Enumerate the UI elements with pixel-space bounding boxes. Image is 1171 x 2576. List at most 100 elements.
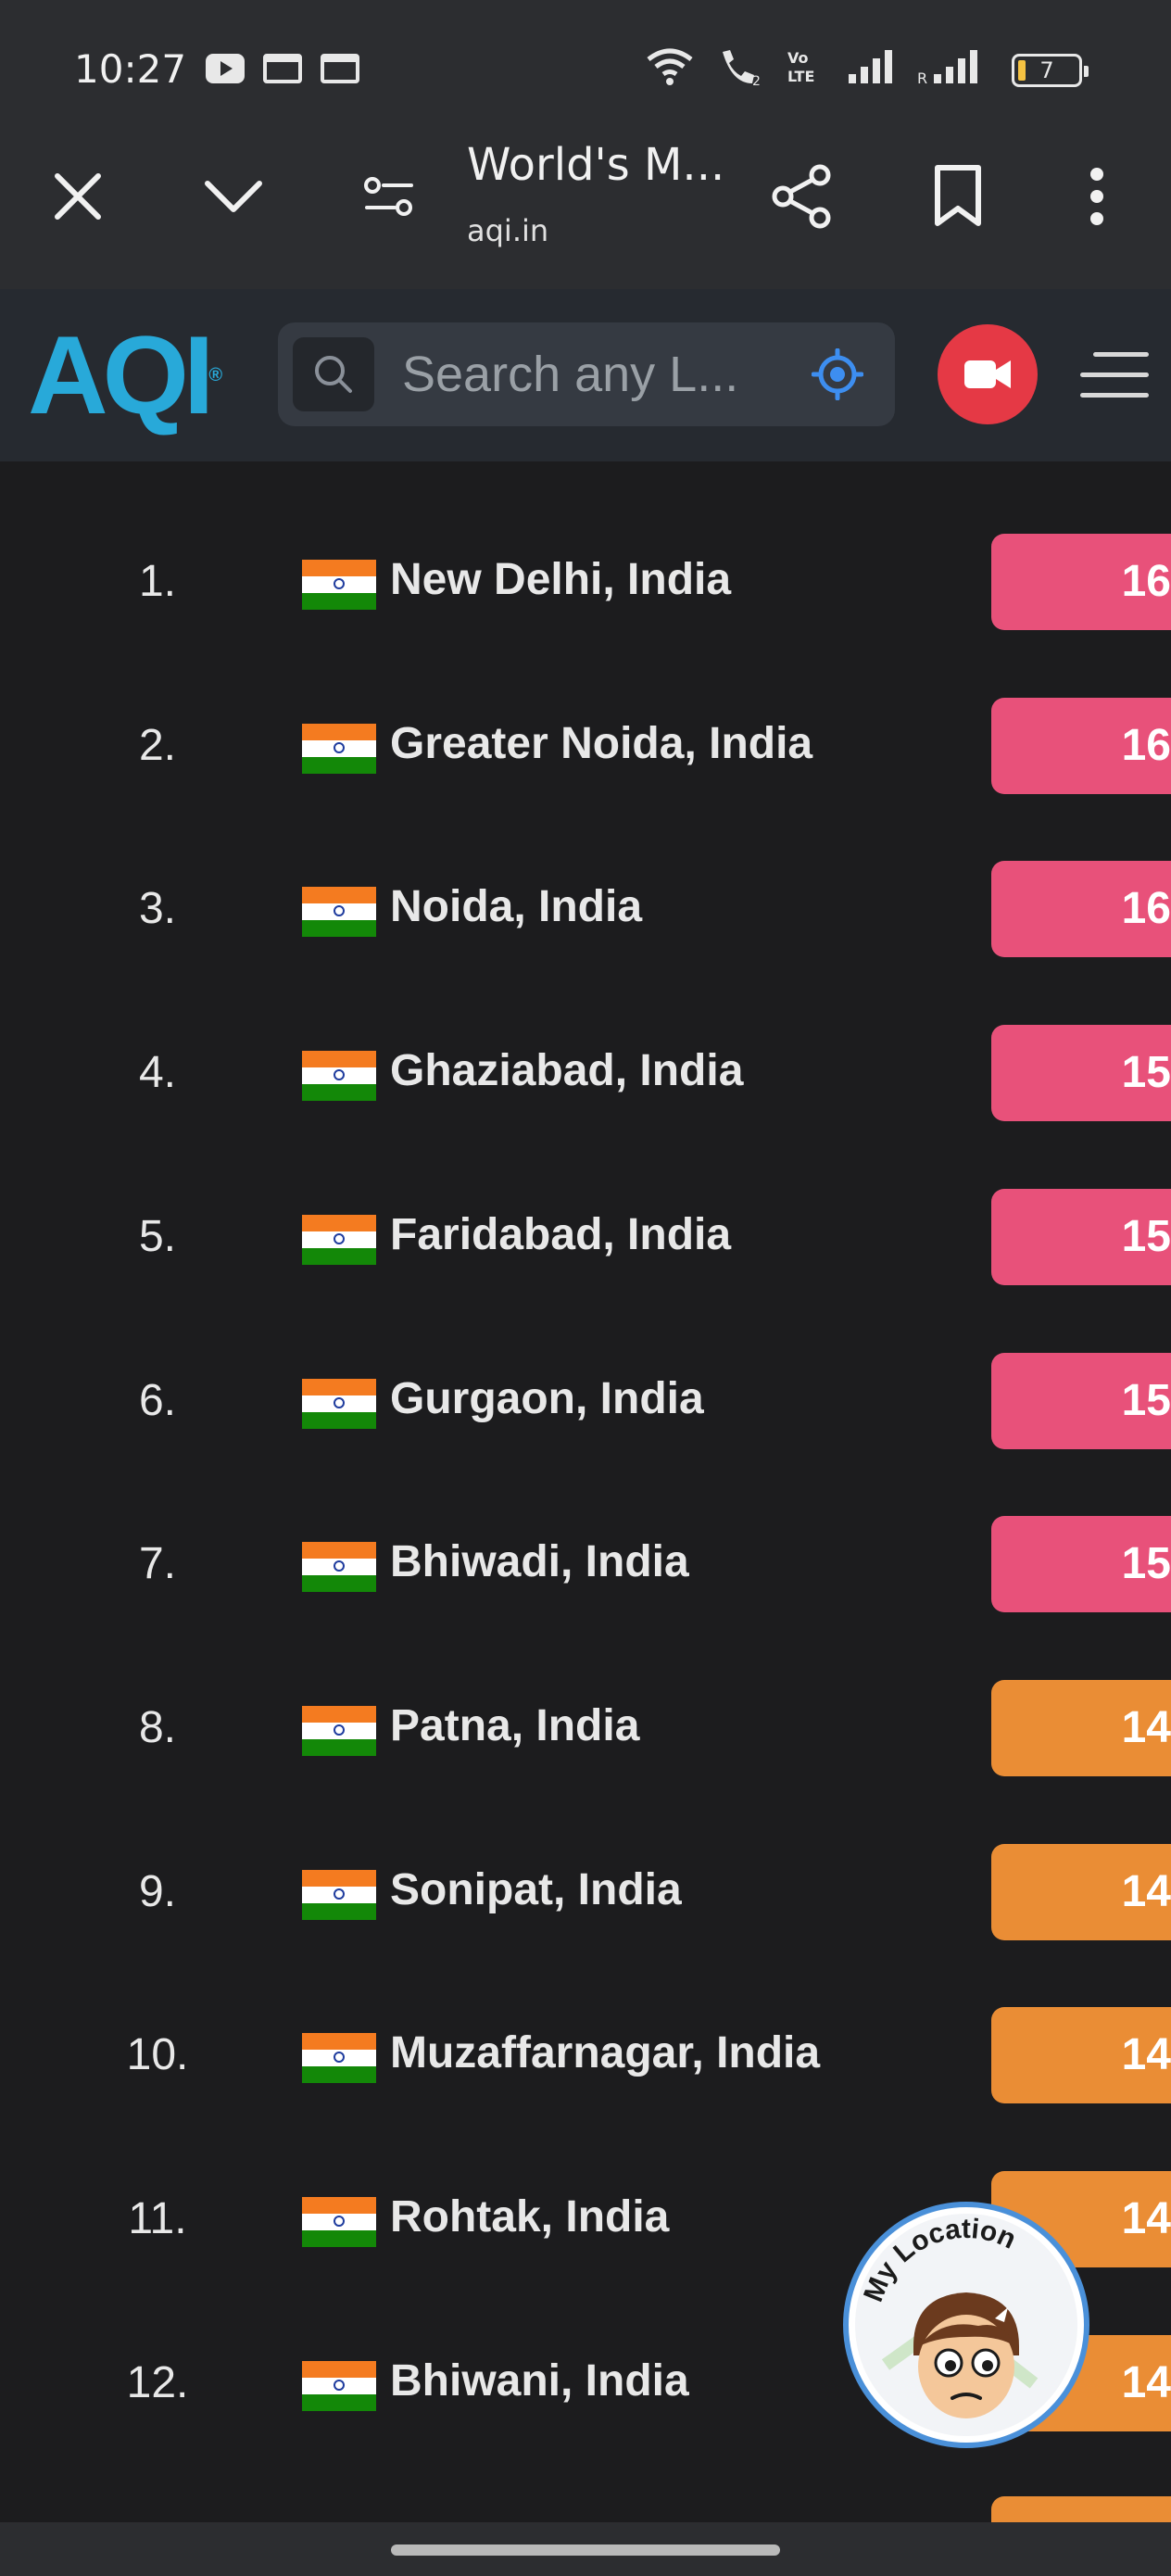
rank-number: 11. [128, 2194, 187, 2243]
aqi-value: 14 [1121, 2030, 1171, 2080]
ranking-row[interactable]: 3. Noida, India 16 [0, 859, 1171, 958]
aqi-badge: 16 [991, 861, 1171, 958]
india-flag-icon [302, 560, 376, 610]
ranking-row[interactable]: 4. Ghaziabad, India 15 [0, 1023, 1171, 1122]
aqi-value: 15 [1121, 1211, 1171, 1261]
rank-number: 5. [138, 1211, 177, 1261]
india-flag-icon [302, 2360, 376, 2411]
aqi-badge: 14 [991, 1679, 1171, 1776]
ranking-row[interactable]: 1. New Delhi, India 16 [0, 532, 1171, 630]
notification-icons [206, 54, 359, 83]
ranking-row[interactable]: 2. Greater Noida, India 16 [0, 696, 1171, 794]
rank-number: 10. [126, 2030, 189, 2080]
aqi-value: 16 [1121, 884, 1171, 934]
logo-registered-mark: ® [208, 365, 223, 385]
rank-number: 7. [138, 1539, 177, 1589]
city-name-link[interactable]: Faridabad, India [390, 1209, 731, 1260]
india-flag-icon [302, 2197, 376, 2247]
city-name-link[interactable]: Ghaziabad, India [390, 1045, 743, 1096]
more-vert-icon [1090, 168, 1103, 225]
rank-number: 4. [138, 1048, 177, 1098]
aqi-value: 15 [1121, 1539, 1171, 1589]
bookmark-icon [935, 165, 981, 226]
india-flag-icon [302, 1378, 376, 1429]
share-icon [772, 164, 831, 229]
search-icon [315, 356, 352, 393]
svg-text:2: 2 [752, 74, 761, 87]
aqi-value: 14 [1121, 2194, 1171, 2243]
close-icon [55, 173, 101, 220]
locate-button[interactable] [810, 347, 865, 402]
aqi-value: 16 [1121, 720, 1171, 770]
ranking-row[interactable]: 9. Sonipat, India 14 [0, 1842, 1171, 1940]
chevron-down-icon [205, 181, 262, 212]
city-name-link[interactable]: Bhiwadi, India [390, 1536, 689, 1587]
aqi-badge: 15 [991, 1516, 1171, 1613]
video-camera-icon [964, 360, 1011, 388]
aqi-value: 14 [1121, 2357, 1171, 2407]
share-button[interactable] [756, 150, 849, 243]
page-domain: aqi.in [467, 213, 549, 248]
ranking-row[interactable]: 6. Gurgaon, India 15 [0, 1351, 1171, 1449]
calendar-icon [321, 54, 359, 83]
rank-number: 6. [138, 1375, 177, 1425]
logo-text: AQI [28, 313, 214, 437]
rank-number: 2. [138, 720, 177, 770]
hamburger-menu-button[interactable] [1075, 343, 1149, 408]
collapse-button[interactable] [187, 150, 280, 243]
rank-number: 1. [138, 557, 177, 606]
menu-line [1093, 352, 1149, 357]
aqi-logo[interactable]: AQI® [28, 320, 222, 431]
rank-number: 3. [138, 884, 177, 934]
aqi-badge: 14 [991, 2007, 1171, 2104]
page-info-button[interactable] [343, 150, 435, 243]
close-button[interactable] [31, 150, 124, 243]
search-bar[interactable] [278, 322, 895, 426]
signal-icon: R [917, 50, 977, 85]
page-title: World's M... [467, 139, 725, 191]
aqi-value: 14 [1121, 1866, 1171, 1916]
ranking-row[interactable]: 5. Faridabad, India 15 [0, 1187, 1171, 1285]
live-camera-button[interactable] [938, 324, 1038, 424]
bookmark-button[interactable] [912, 150, 1004, 243]
india-flag-icon [302, 1705, 376, 1756]
aqi-badge: 16 [991, 534, 1171, 630]
aqi-badge: 15 [991, 1025, 1171, 1122]
aqi-value: 15 [1121, 1375, 1171, 1425]
aqi-badge: 16 [991, 697, 1171, 794]
wifi-icon [647, 48, 693, 85]
gesture-handle[interactable] [391, 2544, 780, 2556]
india-flag-icon [302, 1214, 376, 1265]
my-location-mascot-icon: My Location [855, 2214, 1077, 2436]
my-location-button[interactable]: My Location [843, 2202, 1089, 2448]
city-name-link[interactable]: Patna, India [390, 1700, 639, 1751]
city-name-link[interactable]: Muzaffarnagar, India [390, 2027, 820, 2078]
more-options-button[interactable] [1051, 150, 1143, 243]
aqi-badge: 15 [991, 1188, 1171, 1285]
svg-text:LTE: LTE [787, 68, 814, 85]
india-flag-icon [302, 2033, 376, 2084]
city-name-link[interactable]: Noida, India [390, 881, 642, 932]
india-flag-icon [302, 1051, 376, 1102]
search-button[interactable] [293, 337, 374, 411]
menu-line [1080, 393, 1149, 398]
city-name-link[interactable]: Bhiwani, India [390, 2355, 689, 2406]
india-flag-icon [302, 1869, 376, 1920]
ranking-row[interactable]: 8. Patna, India 14 [0, 1678, 1171, 1776]
app-root: 10:27 2 Vo LTE R 7 World's M... aqi.in A… [0, 0, 1171, 2576]
youtube-icon [206, 54, 245, 83]
aqi-badge: 14 [991, 1843, 1171, 1940]
aqi-value: 14 [1121, 1702, 1171, 1752]
city-name-link[interactable]: Greater Noida, India [390, 718, 812, 769]
menu-line [1080, 373, 1149, 377]
ranking-row[interactable]: 10. Muzaffarnagar, India 14 [0, 2005, 1171, 2104]
city-name-link[interactable]: Gurgaon, India [390, 1373, 704, 1424]
battery-indicator: 7 [1012, 54, 1089, 87]
rank-number: 12. [126, 2357, 189, 2407]
volte-icon: Vo LTE [787, 49, 814, 85]
city-name-link[interactable]: Rohtak, India [390, 2191, 669, 2242]
city-name-link[interactable]: New Delhi, India [390, 554, 731, 605]
search-input[interactable] [402, 347, 800, 402]
ranking-row[interactable]: 7. Bhiwadi, India 15 [0, 1514, 1171, 1613]
city-name-link[interactable]: Sonipat, India [390, 1864, 682, 1915]
